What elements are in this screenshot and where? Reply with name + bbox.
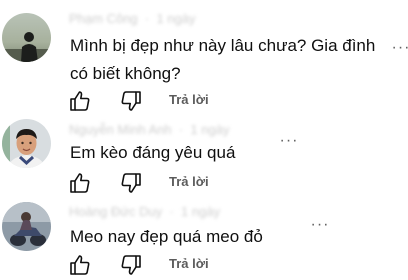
thumbs-up-icon[interactable] (68, 171, 92, 195)
avatar[interactable] (2, 202, 51, 251)
comment-author-meta: Nguyễn Minh Anh · 1 ngày (69, 122, 230, 137)
more-vertical-icon[interactable]: ··· (390, 40, 408, 56)
comment-item: Phạm Công · 1 ngày ··· Mình bị đẹp như n… (0, 0, 408, 112)
thumbs-down-icon[interactable] (119, 89, 143, 113)
comment-item: Hoàng Đức Duy · 1 ngày ··· Meo nay đẹp q… (0, 196, 408, 280)
comment-text: Em kèo đáng yêu quá (70, 143, 236, 162)
comment-author-meta: Phạm Công · 1 ngày (69, 11, 196, 26)
comment-author[interactable]: Phạm Công (69, 11, 138, 26)
avatar[interactable] (2, 119, 51, 168)
thumbs-up-icon[interactable] (68, 253, 92, 277)
comment-text: Mình bị đẹp như này lâu chưa? Gia đình c… (70, 36, 376, 83)
comment-time: 1 ngày (190, 122, 230, 137)
comment-time: 1 ngày (181, 204, 221, 219)
thumbs-up-icon[interactable] (68, 89, 92, 113)
reply-button[interactable]: Trả lời (169, 256, 209, 271)
avatar[interactable] (2, 13, 51, 62)
comment-text: Meo nay đẹp quá meo đỏ (70, 227, 263, 246)
comment-time: 1 ngày (156, 11, 196, 26)
comment-item: Nguyễn Minh Anh · 1 ngày ··· Em kèo đáng… (0, 112, 408, 196)
reply-button[interactable]: Trả lời (169, 174, 209, 189)
comment-author-meta: Hoàng Đức Duy · 1 ngày (69, 204, 221, 219)
comment-author[interactable]: Nguyễn Minh Anh (69, 122, 172, 137)
reply-button[interactable]: Trả lời (169, 92, 209, 107)
thumbs-down-icon[interactable] (119, 253, 143, 277)
comment-author[interactable]: Hoàng Đức Duy (69, 204, 162, 219)
thumbs-down-icon[interactable] (119, 171, 143, 195)
